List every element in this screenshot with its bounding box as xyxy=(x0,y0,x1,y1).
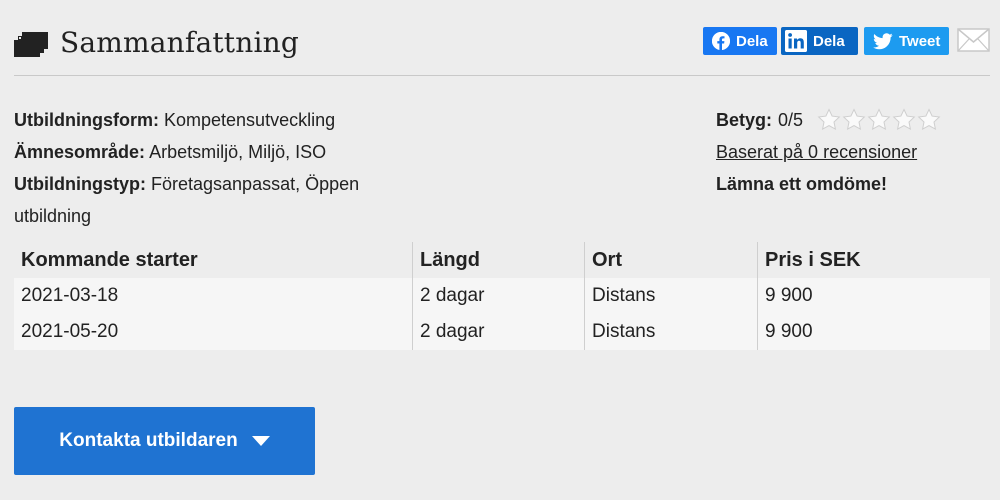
linkedin-share-label: Dela xyxy=(813,32,845,50)
table-cell-date: 2021-03-18 xyxy=(14,278,413,314)
rating-stars[interactable] xyxy=(817,108,942,132)
summary-panel: Sammanfattning Dela Dela Tweet Utbildnin… xyxy=(0,0,1000,500)
column-header: Kommande starter xyxy=(14,242,413,278)
linkedin-share-button[interactable]: Dela xyxy=(781,27,858,55)
contact-provider-label: Kontakta utbildaren xyxy=(59,430,238,451)
table-cell-date: 2021-05-20 xyxy=(14,314,413,350)
rating-row: Betyg: 0/5 xyxy=(716,104,942,136)
star-icon[interactable] xyxy=(817,108,841,132)
column-header: Längd xyxy=(413,242,585,278)
table-row: 2021-05-20 2 dagar Distans 9 900 xyxy=(14,314,990,350)
rating-block: Betyg: 0/5 Baserat på 0 recensioner Lämn… xyxy=(716,104,942,200)
twitter-icon xyxy=(873,32,893,50)
star-icon[interactable] xyxy=(917,108,941,132)
page-title: Sammanfattning xyxy=(60,26,300,59)
facebook-icon xyxy=(712,32,730,50)
table-cell-location: Distans xyxy=(585,278,758,314)
twitter-share-label: Tweet xyxy=(899,32,941,50)
summary-header: Sammanfattning Dela Dela Tweet xyxy=(14,18,990,76)
detail-label: Utbildningsform: xyxy=(14,110,159,130)
table-row: 2021-03-18 2 dagar Distans 9 900 xyxy=(14,278,990,314)
detail-label: Ämnesområde: xyxy=(14,142,146,162)
envelope-icon[interactable] xyxy=(957,28,990,52)
twitter-share-button[interactable]: Tweet xyxy=(864,27,949,55)
star-icon[interactable] xyxy=(892,108,916,132)
table-cell-length: 2 dagar xyxy=(413,278,585,314)
stacked-pages-icon xyxy=(14,32,48,57)
facebook-share-label: Dela xyxy=(736,32,768,50)
leave-review-link[interactable]: Lämna ett omdöme! xyxy=(716,168,942,200)
table-cell-length: 2 dagar xyxy=(413,314,585,350)
rating-label: Betyg: xyxy=(716,110,773,130)
course-details: Utbildningsform: Kompetensutveckling Ämn… xyxy=(14,104,434,232)
column-header: Pris i SEK xyxy=(765,248,861,271)
table-cell-location: Distans xyxy=(585,314,758,350)
rating-value: 0/5 xyxy=(778,110,804,130)
column-header: Ort xyxy=(585,242,758,278)
reviews-link[interactable]: Baserat på 0 recensioner xyxy=(716,136,942,168)
leave-review-label: Lämna ett omdöme! xyxy=(716,174,888,194)
detail-value: Kompetensutveckling xyxy=(164,110,336,130)
table-cell-price: 9 900 xyxy=(765,321,813,342)
table-cell-price: 9 900 xyxy=(765,285,813,306)
star-icon[interactable] xyxy=(842,108,866,132)
facebook-share-button[interactable]: Dela xyxy=(703,27,777,55)
detail-utbildningsform: Utbildningsform: Kompetensutveckling xyxy=(14,104,434,136)
upcoming-starts-table: Kommande starter Längd Ort Pris i SEK 20… xyxy=(14,242,990,350)
detail-label: Utbildningstyp: xyxy=(14,174,146,194)
detail-utbildningstyp: Utbildningstyp: Företagsanpassat, Öppen … xyxy=(14,168,404,232)
linkedin-icon xyxy=(785,30,807,52)
contact-provider-button[interactable]: Kontakta utbildaren xyxy=(14,407,315,475)
chevron-down-icon xyxy=(251,436,270,446)
detail-amnesomrade: Ämnesområde: Arbetsmiljö, Miljö, ISO xyxy=(14,136,434,168)
star-icon[interactable] xyxy=(867,108,891,132)
detail-value: Arbetsmiljö, Miljö, ISO xyxy=(149,142,327,162)
table-header-row: Kommande starter Längd Ort Pris i SEK xyxy=(14,242,990,278)
